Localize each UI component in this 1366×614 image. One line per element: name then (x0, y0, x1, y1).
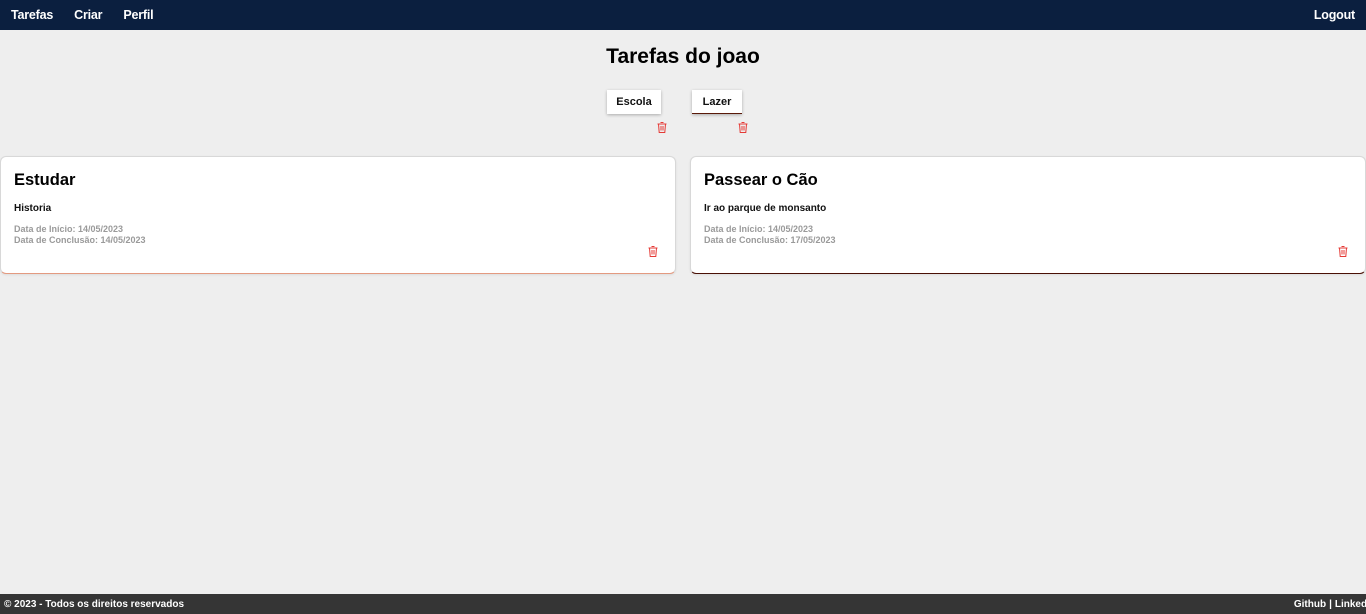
nav-link-perfil[interactable]: Perfil (123, 8, 153, 22)
page-title: Tarefas do joao (606, 45, 760, 68)
linkedin-link[interactable]: LinkedIn (1335, 599, 1366, 610)
task-card: Estudar Historia Data de Início: 14/05/2… (0, 156, 676, 274)
task-title: Estudar (14, 171, 76, 189)
category-button-escola[interactable]: Escola (607, 90, 661, 114)
nav-link-tarefas[interactable]: Tarefas (11, 8, 53, 22)
copyright-text: © 2023 - Todos os direitos reservados (4, 598, 185, 610)
task-end-date: Data de Conclusão: 17/05/2023 (704, 235, 836, 245)
task-end-date: Data de Conclusão: 14/05/2023 (14, 235, 146, 245)
task-description: Ir ao parque de monsanto (704, 203, 827, 214)
task-start-date: Data de Início: 14/05/2023 (704, 224, 814, 234)
task-description: Historia (14, 203, 52, 214)
trash-icon[interactable] (738, 122, 748, 133)
nav-link-criar[interactable]: Criar (74, 8, 102, 22)
task-start-date: Data de Início: 14/05/2023 (14, 224, 124, 234)
github-link[interactable]: Github (1294, 599, 1326, 610)
nav-links: Tarefas Criar Perfil (11, 8, 154, 22)
trash-icon[interactable] (657, 122, 667, 133)
task-card: Passear o Cão Ir ao parque de monsanto D… (690, 156, 1366, 274)
category-button-lazer[interactable]: Lazer (692, 90, 742, 114)
page-footer: © 2023 - Todos os direitos reservados Gi… (0, 594, 1366, 614)
trash-icon[interactable] (648, 246, 658, 257)
footer-separator: | (1329, 598, 1332, 610)
footer-links: Github | LinkedIn (1294, 599, 1366, 610)
top-navbar: Tarefas Criar Perfil Logout (0, 0, 1366, 30)
task-title: Passear o Cão (704, 171, 818, 189)
trash-icon[interactable] (1338, 246, 1348, 257)
logout-link[interactable]: Logout (1314, 8, 1355, 22)
